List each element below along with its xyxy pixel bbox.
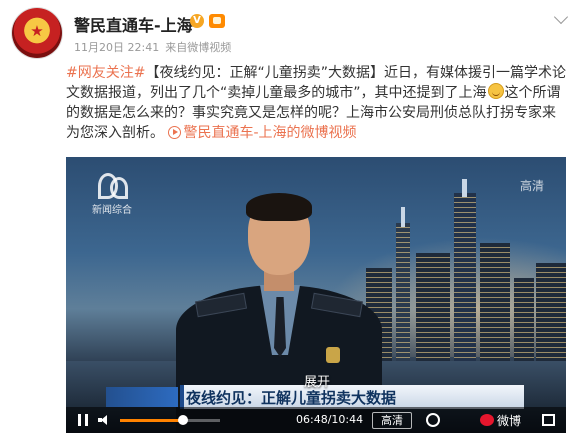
play-icon [168,126,182,139]
skyline-building [514,278,534,363]
post-source-app[interactable]: 微博视频 [187,41,231,54]
video-control-bar: 06:48/10:44 高清 微博 [66,407,566,433]
avatar-emblem-icon: ★ [30,22,44,40]
fullscreen-icon[interactable] [542,414,555,426]
lower-third-caption: 夜线约见：正解儿童拐卖大数据 [106,385,566,409]
quality-button[interactable]: 高清 [372,412,412,429]
skyline-building [416,253,450,363]
skyline-spire [401,207,405,227]
hd-watermark: 高清 [519,179,544,193]
topic-tag-link[interactable]: #网友关注# [66,65,145,81]
time-readout: 06:48/10:44 [296,413,364,426]
weibo-label: 微博 [497,414,522,428]
progress-fill [120,419,183,422]
channel-name: 新闻综合 [92,205,132,216]
caption-channel-box [106,387,178,407]
post-body: #网友关注#【夜线约见：正解“儿童拐卖”大数据】近日，有媒体援引一篇学术论文数据… [66,63,568,143]
caption-accent [180,385,184,409]
pause-icon[interactable] [78,414,88,426]
skyline-building [454,193,476,363]
video-player[interactable]: 新闻综合 高清 夜线约见：正解儿童拐卖大数据 展开 06:48/10:44 高清… [66,157,566,433]
post-timestamp[interactable]: 11月20日 22:41 [74,41,159,54]
volume-icon[interactable] [98,415,112,425]
verified-icon: V [190,14,204,28]
smile-emoji-icon [487,83,504,99]
expand-button[interactable]: 展开 [304,371,330,390]
skyline-spire [462,179,467,197]
progress-track[interactable] [120,419,220,422]
menu-caret-icon[interactable] [553,9,569,25]
user-name[interactable]: 警民直通车-上海 [74,12,193,36]
post-header: ★ 警民直通车-上海 V 11月20日 22:41 来自微博视频 [12,8,572,58]
settings-icon[interactable] [426,413,440,427]
video-link[interactable]: 警民直通车-上海的微博视频 [183,125,356,141]
progress-knob[interactable] [178,415,188,425]
weibo-logo-icon [480,414,494,426]
avatar[interactable]: ★ [12,8,62,58]
post-source-prefix: 来自 [165,41,188,54]
caption-title: 夜线约见：正解儿童拐卖大数据 [186,389,397,407]
weibo-logo[interactable]: 微博 [480,412,521,429]
video-frame: 新闻综合 高清 夜线约见：正解儿童拐卖大数据 展开 [66,157,566,433]
skyline-building [536,263,566,363]
post-meta: 11月20日 22:41 来自微博视频 [74,39,237,55]
skyline-building [480,243,510,363]
member-icon [209,14,225,28]
skyline-building [396,223,410,363]
